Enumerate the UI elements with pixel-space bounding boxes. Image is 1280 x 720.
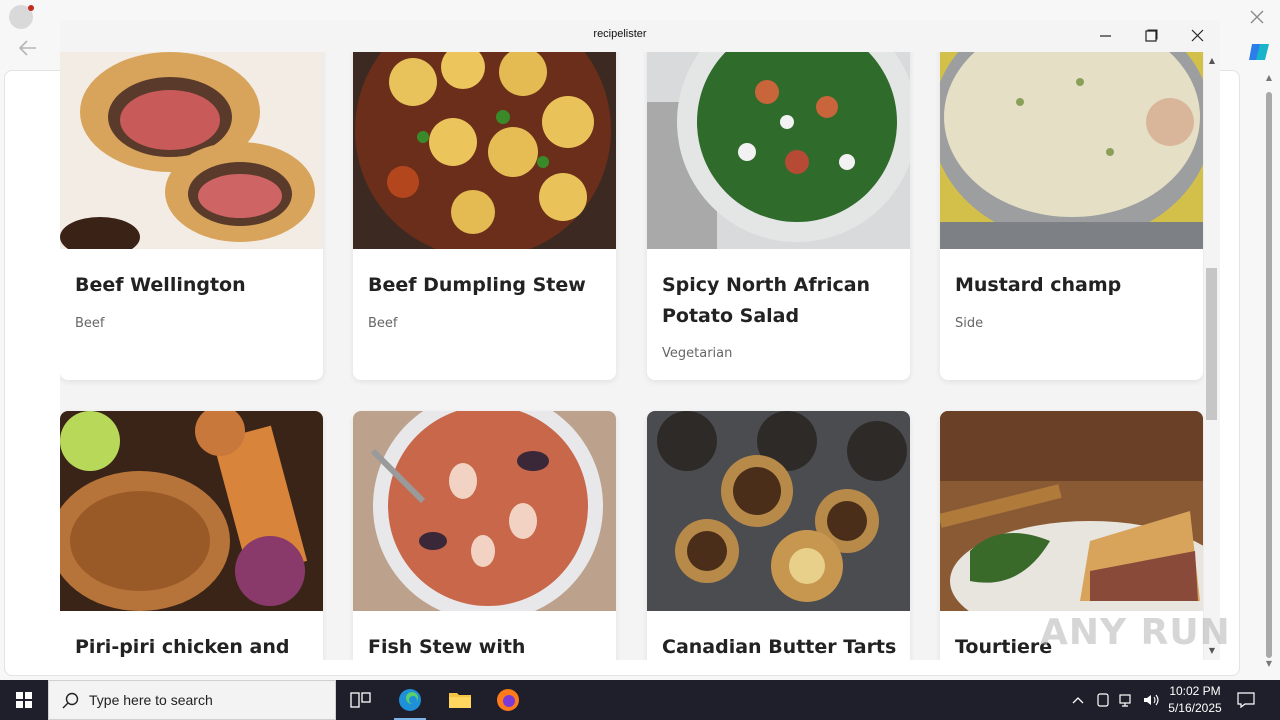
minimize-button[interactable] xyxy=(1082,20,1128,52)
recipe-name: Piri-piri chicken and xyxy=(75,636,290,658)
start-button[interactable] xyxy=(0,680,48,720)
taskbar: Type here to search 10:02 PM 5/16/2025 xyxy=(0,680,1280,720)
clock-date: 5/16/2025 xyxy=(1168,701,1222,715)
recipe-category: Beef xyxy=(75,316,105,331)
scroll-up-icon[interactable]: ▲ xyxy=(1264,74,1274,82)
scrollbar-thumb[interactable] xyxy=(1266,92,1272,658)
search-icon xyxy=(61,691,81,711)
recipe-name: Mustard champ xyxy=(955,274,1122,296)
recipe-image xyxy=(353,52,616,258)
device-icon[interactable] xyxy=(1093,690,1113,710)
maximize-button[interactable] xyxy=(1128,20,1174,52)
title-bar[interactable]: recipelister xyxy=(60,20,1220,52)
copilot-icon[interactable] xyxy=(1244,38,1272,66)
recipe-name: Fish Stew with Rouille xyxy=(368,636,526,658)
recipe-name: Beef Dumpling Stew xyxy=(368,274,586,296)
close-button[interactable] xyxy=(1174,20,1220,52)
scroll-up-icon[interactable]: ▲ xyxy=(1204,54,1220,68)
recipe-category: Vegetarian xyxy=(662,346,733,361)
back-arrow-icon[interactable] xyxy=(16,36,40,60)
browser-scrollbar[interactable]: ▲ ▼ xyxy=(1262,72,1276,672)
recipe-card[interactable]: Spicy North African Potato Salad Vegetar… xyxy=(647,52,910,380)
scrollbar-thumb[interactable] xyxy=(1206,268,1217,420)
task-view-icon[interactable] xyxy=(336,680,384,720)
recipe-category: Side xyxy=(955,316,984,331)
recipe-image xyxy=(940,411,1203,641)
recipe-image xyxy=(647,411,910,611)
taskbar-search-box[interactable]: Type here to search xyxy=(48,680,336,720)
file-explorer-icon[interactable] xyxy=(436,680,484,720)
firefox-icon[interactable] xyxy=(484,680,532,720)
recipe-image xyxy=(940,52,1203,249)
chevron-up-icon[interactable] xyxy=(1068,690,1088,710)
recipe-card[interactable]: Mustard champ Side xyxy=(940,52,1203,380)
network-icon[interactable] xyxy=(1117,690,1137,710)
recipe-image xyxy=(60,52,323,257)
recipe-card[interactable]: Fish Stew with Rouille xyxy=(353,411,616,660)
recipe-image xyxy=(353,411,616,621)
recipe-name: Canadian Butter Tarts xyxy=(662,636,897,658)
recipe-card[interactable]: Beef Dumpling Stew Beef xyxy=(353,52,616,380)
recipelister-window: recipelister Beef Wellington Beef Beef D… xyxy=(60,20,1220,660)
recipe-grid[interactable]: Beef Wellington Beef Beef Dumpling Stew … xyxy=(60,52,1204,660)
recipe-card[interactable]: Canadian Butter Tarts xyxy=(647,411,910,660)
volume-icon[interactable] xyxy=(1141,690,1161,710)
recipe-card[interactable]: Beef Wellington Beef xyxy=(60,52,323,380)
recipe-category: Beef xyxy=(368,316,398,331)
window-title: recipelister xyxy=(593,28,647,40)
recipe-name: Spicy North African Potato Salad xyxy=(662,274,871,327)
clock-time: 10:02 PM xyxy=(1169,684,1221,698)
recipe-image xyxy=(647,52,910,249)
watermark: ANY RUN xyxy=(1040,612,1231,653)
recipe-name: Beef Wellington xyxy=(75,274,246,296)
edge-browser-icon[interactable] xyxy=(386,680,434,720)
profile-avatar-icon[interactable] xyxy=(9,5,34,29)
recipe-card[interactable]: Piri-piri chicken and xyxy=(60,411,323,660)
recipe-image xyxy=(60,411,323,611)
app-scrollbar[interactable]: ▲ ▼ xyxy=(1204,52,1220,660)
scroll-down-icon[interactable]: ▼ xyxy=(1264,660,1274,668)
close-icon[interactable] xyxy=(1246,6,1268,28)
notification-icon[interactable] xyxy=(1234,690,1258,710)
system-clock[interactable]: 10:02 PM 5/16/2025 xyxy=(1160,683,1230,717)
search-placeholder: Type here to search xyxy=(89,692,213,708)
